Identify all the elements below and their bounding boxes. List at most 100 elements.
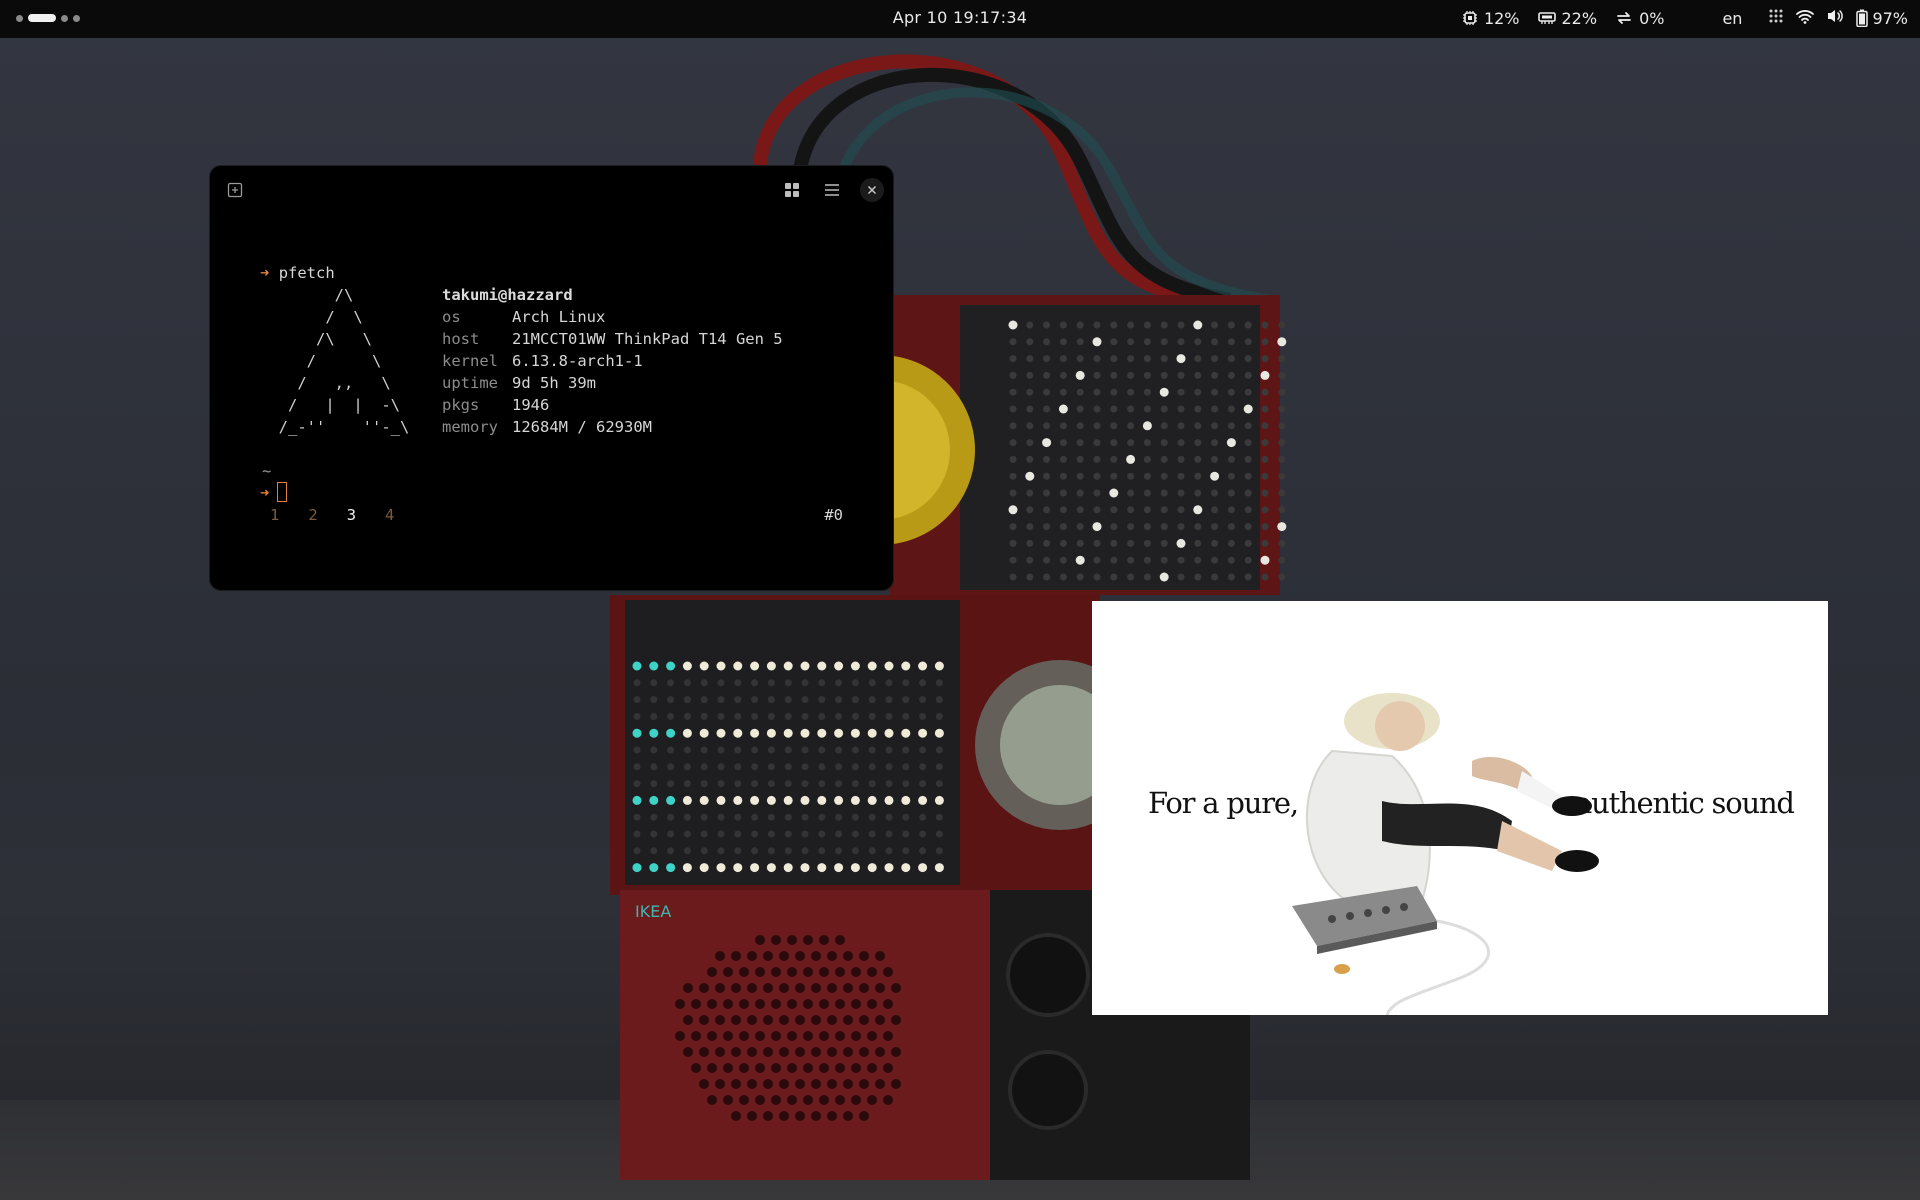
led-dot bbox=[717, 679, 725, 687]
led-dot bbox=[633, 780, 641, 788]
current-directory: ~ bbox=[262, 462, 272, 480]
window-tab-3[interactable]: 3 bbox=[347, 504, 356, 526]
led-dot bbox=[801, 830, 809, 838]
led-dot bbox=[667, 830, 675, 838]
led-dot bbox=[1177, 371, 1185, 379]
led-dot bbox=[918, 661, 928, 671]
led-dot bbox=[1126, 454, 1136, 464]
plus-square-icon[interactable] bbox=[223, 178, 247, 202]
led-dot bbox=[835, 696, 843, 704]
speaker-icon[interactable] bbox=[1826, 8, 1844, 28]
grid-dots-icon[interactable] bbox=[1768, 8, 1784, 28]
led-dot bbox=[1093, 472, 1101, 480]
led-dot bbox=[632, 795, 642, 805]
window-tab-4[interactable]: 4 bbox=[385, 504, 394, 526]
led-dot bbox=[755, 1063, 765, 1073]
info-row-host: host 21MCCT01WW ThinkPad T14 Gen 5 bbox=[442, 328, 783, 350]
led-dot bbox=[1143, 405, 1151, 413]
led-dot bbox=[835, 830, 843, 838]
close-button[interactable] bbox=[860, 178, 884, 202]
led-dot bbox=[739, 1063, 749, 1073]
led-dot bbox=[851, 1063, 861, 1073]
led-dot bbox=[935, 830, 943, 838]
led-dot bbox=[699, 728, 709, 738]
led-dot bbox=[767, 813, 775, 821]
led-dot bbox=[919, 746, 927, 754]
led-dot bbox=[1278, 506, 1286, 514]
led-dot bbox=[1127, 556, 1135, 564]
led-dot bbox=[1008, 505, 1018, 515]
led-dot bbox=[1211, 388, 1219, 396]
cpu-usage[interactable]: 12% bbox=[1462, 9, 1520, 28]
led-dot bbox=[1261, 321, 1269, 329]
led-dot bbox=[739, 999, 749, 1009]
led-dot bbox=[1143, 539, 1151, 547]
led-dot bbox=[883, 967, 893, 977]
system-tray: 97% bbox=[1768, 8, 1908, 28]
led-dot bbox=[707, 967, 717, 977]
ram-value: 22% bbox=[1561, 8, 1598, 28]
window-tab-2[interactable]: 2 bbox=[308, 504, 317, 526]
led-dot bbox=[1177, 506, 1185, 514]
battery-status[interactable]: 97% bbox=[1856, 9, 1908, 28]
led-dot bbox=[919, 780, 927, 788]
led-dot bbox=[835, 1031, 845, 1041]
led-dot bbox=[700, 780, 708, 788]
cpu-icon bbox=[1462, 10, 1478, 26]
led-dot bbox=[1110, 472, 1118, 480]
led-dot bbox=[1159, 572, 1169, 582]
led-dot bbox=[795, 951, 805, 961]
led-dot bbox=[1227, 405, 1235, 413]
command-line: ➜ pfetch bbox=[260, 262, 335, 284]
led-dot bbox=[650, 830, 658, 838]
led-dot bbox=[835, 935, 845, 945]
led-dot bbox=[779, 1111, 789, 1121]
led-dot bbox=[885, 679, 893, 687]
led-dot bbox=[649, 863, 659, 873]
led-dot bbox=[875, 1079, 885, 1089]
info-key: kernel bbox=[442, 352, 498, 370]
led-dot bbox=[733, 661, 743, 671]
led-dot bbox=[835, 763, 843, 771]
led-dot bbox=[750, 795, 760, 805]
ram-usage[interactable]: 22% bbox=[1537, 8, 1598, 28]
led-dot bbox=[650, 696, 658, 704]
led-dot bbox=[934, 863, 944, 873]
led-dot bbox=[784, 763, 792, 771]
led-dot bbox=[683, 696, 691, 704]
swap-usage[interactable]: 0% bbox=[1615, 9, 1664, 28]
led-dot bbox=[1261, 506, 1269, 514]
led-dot bbox=[795, 983, 805, 993]
wifi-icon[interactable] bbox=[1796, 9, 1815, 28]
led-dot bbox=[919, 696, 927, 704]
led-dot bbox=[851, 679, 859, 687]
led-dot bbox=[851, 813, 859, 821]
led-dot bbox=[1194, 556, 1202, 564]
led-dot bbox=[1059, 489, 1067, 497]
led-dot bbox=[851, 967, 861, 977]
led-dot bbox=[835, 1063, 845, 1073]
led-dot bbox=[801, 763, 809, 771]
active-prompt[interactable]: ➜ bbox=[260, 482, 288, 504]
led-dot bbox=[1109, 488, 1119, 498]
led-dot bbox=[1026, 355, 1034, 363]
led-dot bbox=[755, 967, 765, 977]
grid-icon[interactable] bbox=[780, 178, 804, 202]
led-dot bbox=[747, 1047, 757, 1057]
window-tab-1[interactable]: 1 bbox=[270, 504, 279, 526]
led-dot bbox=[707, 1031, 717, 1041]
keyboard-language[interactable]: en bbox=[1722, 9, 1742, 28]
led-dot bbox=[1110, 439, 1118, 447]
hamburger-icon[interactable] bbox=[820, 178, 844, 202]
led-dot bbox=[787, 1095, 797, 1105]
led-dot bbox=[819, 935, 829, 945]
led-dot bbox=[851, 1031, 861, 1041]
led-dot bbox=[1110, 371, 1118, 379]
image-viewer-window[interactable]: For a pure, authentic sound bbox=[1092, 601, 1828, 1015]
led-dot bbox=[868, 712, 876, 720]
led-dot bbox=[803, 999, 813, 1009]
led-dot bbox=[1127, 321, 1135, 329]
terminal-window[interactable]: ➜ pfetch /\ / \ /\ \ / \ / ,, \ / | | -\… bbox=[209, 165, 894, 591]
led-dot bbox=[885, 830, 893, 838]
led-dot bbox=[767, 696, 775, 704]
